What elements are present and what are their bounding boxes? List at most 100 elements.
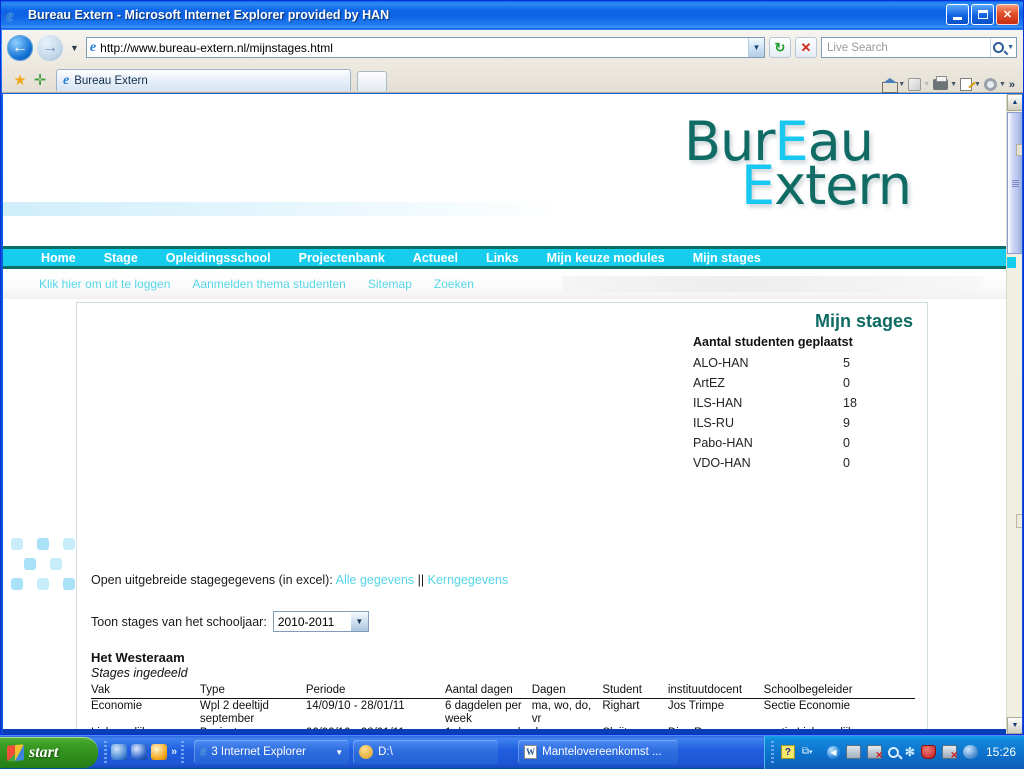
subnav-decoration: [563, 276, 983, 292]
quicklaunch-overflow-icon[interactable]: »: [171, 746, 177, 758]
address-dropdown-icon[interactable]: ▼: [748, 38, 764, 57]
nav-item-stage[interactable]: Stage: [90, 251, 152, 265]
nav-item-opleidingsschool[interactable]: Opleidingsschool: [152, 251, 285, 265]
stats-label: ALO-HAN: [693, 356, 749, 370]
tray-grip[interactable]: [770, 741, 774, 763]
quicklaunch-icon-1[interactable]: [111, 744, 127, 760]
stats-label: Pabo-HAN: [693, 436, 753, 450]
scrollbar-tick-lower: [1016, 514, 1022, 528]
tab-bureau-extern[interactable]: e Bureau Extern: [56, 69, 351, 91]
taskbar-item-label: 3 Internet Explorer: [211, 746, 306, 758]
taskband-grip[interactable]: [181, 741, 185, 763]
toolbar-overflow-icon[interactable]: »: [1009, 79, 1015, 91]
school-name: Het Westeraam: [91, 650, 185, 665]
schoolyear-select[interactable]: 2010-2011 ▼: [272, 611, 369, 632]
nav-item-home[interactable]: Home: [27, 251, 90, 265]
taskbar-item-word-document[interactable]: W Mantelovereenkomst ...: [518, 740, 679, 764]
quicklaunch-icon-3[interactable]: [151, 744, 167, 760]
cell-type: Wpl 2 deeltijd september: [199, 700, 269, 725]
stop-icon[interactable]: ✕: [795, 37, 817, 58]
print-icon[interactable]: ▼: [933, 76, 957, 90]
search-tray-icon[interactable]: [885, 744, 902, 760]
quicklaunch-icon-2[interactable]: [131, 744, 147, 760]
content-card: Mijn stages Aantal studenten geplaatst A…: [76, 302, 928, 734]
browser-chrome: ← → ▼ e http://www.bureau-extern.nl/mijn…: [2, 30, 1023, 93]
network-activity-icon[interactable]: ⧉▾: [802, 746, 817, 759]
search-input[interactable]: Live Search ▼: [821, 37, 1017, 58]
page-scrollbar[interactable]: ▲ ▼: [1006, 94, 1022, 734]
chevron-down-icon[interactable]: ▼: [350, 612, 368, 631]
network-status-icon[interactable]: [941, 745, 958, 761]
bluetooth-icon[interactable]: ✻: [905, 745, 915, 759]
secondary-navigation: Klik hier om uit te loggen Aanmelden the…: [3, 269, 1006, 299]
address-url-text: http://www.bureau-extern.nl/mijnstages.h…: [100, 40, 333, 55]
nav-item-links[interactable]: Links: [472, 251, 533, 265]
antivirus-shield-icon[interactable]: [920, 745, 936, 759]
help-icon[interactable]: ?: [780, 745, 795, 759]
link-alle-gegevens[interactable]: Alle gegevens: [336, 573, 415, 587]
close-button[interactable]: ✕: [996, 4, 1019, 25]
scrollbar-thumb[interactable]: [1007, 112, 1022, 254]
internet-explorer-icon: e: [6, 5, 14, 25]
stats-row: ALO-HAN 5: [693, 353, 913, 373]
nav-item-mijn-keuze-modules[interactable]: Mijn keuze modules: [533, 251, 679, 265]
scroll-down-arrow-icon[interactable]: ▼: [1007, 717, 1022, 734]
cell-aantal-dagen: 6 dagdelen per week: [444, 700, 522, 725]
cell-dagen: ma, wo, do, vr: [531, 700, 592, 725]
stats-row: VDO-HAN 0: [693, 453, 913, 473]
taskbar: start » e 3 Internet Explorer ▼ D:\ W Ma…: [0, 735, 1024, 769]
chevron-down-icon[interactable]: ▼: [335, 748, 343, 757]
stats-value: 0: [843, 456, 850, 470]
subnav-item-logout[interactable]: Klik hier om uit te loggen: [39, 277, 170, 291]
command-bar: ▼ ▼ ▼ ▼ ▼ »: [882, 76, 1023, 93]
windows-logo-icon: [7, 743, 24, 762]
taskbar-item-internet-explorer[interactable]: e 3 Internet Explorer ▼: [194, 740, 350, 764]
show-hidden-icons-button[interactable]: ◀: [826, 745, 840, 759]
tab-label: Bureau Extern: [74, 74, 148, 87]
stats-row: ArtEZ 0: [693, 373, 913, 393]
scroll-up-arrow-icon[interactable]: ▲: [1007, 94, 1022, 111]
subnav-item-sitemap[interactable]: Sitemap: [368, 277, 412, 291]
recent-pages-dropdown-icon[interactable]: ▼: [67, 43, 82, 53]
excel-export-label: Open uitgebreide stagegegevens (in excel…: [91, 573, 333, 587]
minimize-button[interactable]: [946, 4, 969, 25]
nav-item-actueel[interactable]: Actueel: [399, 251, 472, 265]
favorites-star-icon[interactable]: ★: [10, 69, 30, 91]
stats-value: 0: [843, 376, 850, 390]
new-tab-button[interactable]: [357, 71, 387, 91]
nav-item-mijn-stages[interactable]: Mijn stages: [679, 251, 775, 265]
add-favorite-icon[interactable]: ✛: [30, 69, 50, 91]
back-button[interactable]: ←: [7, 34, 33, 61]
tab-row: ★ ✛ e Bureau Extern ▼ ▼ ▼ ▼ ▼ »: [2, 62, 1023, 93]
search-icon[interactable]: ▼: [990, 38, 1016, 57]
page-bottom-bar: [3, 729, 1006, 734]
system-clock[interactable]: 15:26: [986, 745, 1016, 759]
nav-item-projectenbank[interactable]: Projectenbank: [285, 251, 399, 265]
browser-window: e Bureau Extern - Microsoft Internet Exp…: [0, 0, 1024, 735]
address-input[interactable]: e http://www.bureau-extern.nl/mijnstages…: [85, 37, 765, 58]
cell-docent: Jos Trimpe: [667, 700, 725, 712]
refresh-icon[interactable]: ↻: [769, 37, 791, 58]
subnav-item-aanmelden[interactable]: Aanmelden thema studenten: [192, 277, 345, 291]
start-button[interactable]: start: [0, 737, 98, 768]
table-row: Economie Wpl 2 deeltijd september 14/09/…: [91, 699, 915, 727]
link-separator: ||: [417, 573, 425, 587]
stats-label: ILS-HAN: [693, 396, 743, 410]
link-kerngegevens[interactable]: Kerngegevens: [428, 573, 509, 587]
network-connection-icon[interactable]: [845, 745, 861, 759]
feeds-icon[interactable]: ▼: [908, 78, 930, 91]
web-page: BurEau Extern Home Stage Opleidingsschoo…: [3, 94, 1006, 734]
globe-icon[interactable]: [962, 745, 978, 759]
forward-button[interactable]: →: [37, 34, 63, 61]
stats-value: 18: [843, 396, 857, 410]
subnav-item-zoeken[interactable]: Zoeken: [434, 277, 474, 291]
taskbar-item-d-drive[interactable]: D:\: [353, 740, 499, 764]
cell-periode: 14/09/10 - 28/01/11: [305, 700, 405, 712]
th-schoolbegeleider: Schoolbegeleider: [763, 684, 915, 699]
network-disconnected-icon[interactable]: [866, 745, 883, 761]
home-icon[interactable]: ▼: [882, 77, 905, 93]
page-menu-icon[interactable]: ▼: [960, 78, 981, 91]
maximize-button[interactable]: [971, 4, 994, 25]
tools-gear-icon[interactable]: ▼: [983, 78, 1006, 91]
quicklaunch-grip[interactable]: [104, 741, 107, 763]
